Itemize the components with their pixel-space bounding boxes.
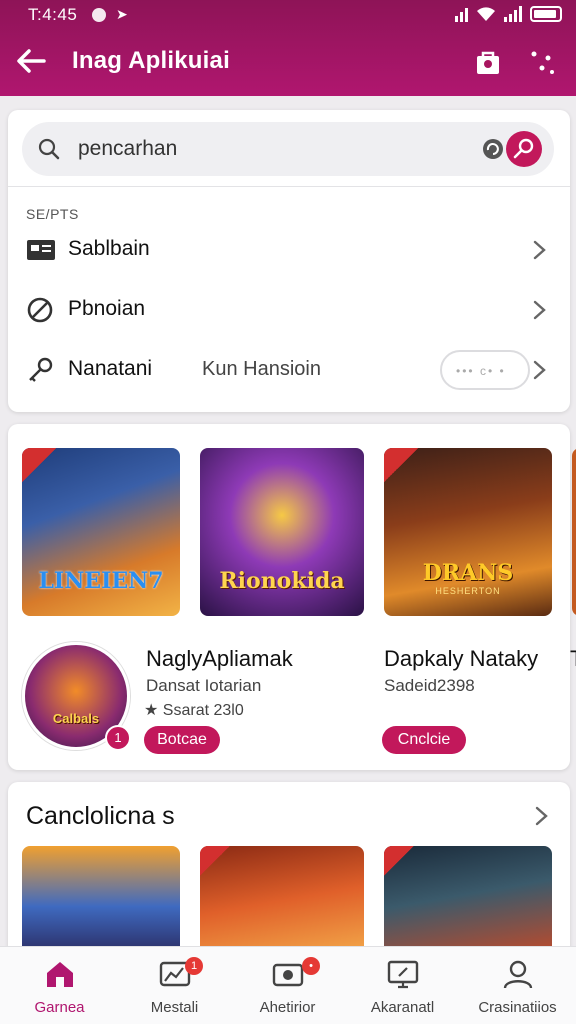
key-icon (29, 357, 53, 382)
id-card-icon (27, 240, 55, 260)
list-item-pbnoian[interactable]: Pbnoian (8, 282, 570, 338)
tile-label: DRANS (422, 560, 514, 586)
bottom-navigation: Garnea 1 Mestali • Ahetirior Akaranatl C… (0, 946, 576, 1024)
game-tile[interactable]: LINEIEN7 (22, 448, 180, 616)
page-title: Inag Aplikuiai (72, 47, 230, 74)
list-item-label: Pbnoian (68, 297, 146, 320)
new-badge (200, 846, 230, 876)
nav-item-akaranatl[interactable]: Akaranatl (345, 947, 460, 1024)
nav-label: Crasinatiios (478, 999, 557, 1016)
wifi-icon (477, 7, 495, 21)
app-action-button[interactable]: Cnclcie (382, 726, 466, 754)
nav-label: Mestali (150, 999, 199, 1016)
search-submit-button[interactable] (506, 131, 542, 167)
avatar-badge: 1 (105, 725, 131, 751)
pill-text: ••• c• • (456, 364, 506, 378)
list-item-sablbain[interactable]: Sablbain (8, 222, 570, 278)
home-icon (47, 962, 73, 987)
collection-tile[interactable] (200, 846, 364, 956)
cell-signal-icon (504, 6, 522, 22)
person-icon (503, 960, 533, 989)
search-icon (38, 138, 60, 160)
status-time: T:4:45 (28, 5, 78, 24)
app-title[interactable]: Dapkaly Nataky (384, 646, 538, 672)
app-header: T:4:45 ➤ Inag Aplikuiai (0, 0, 576, 96)
new-badge (384, 846, 414, 876)
chevron-right-icon (533, 360, 546, 380)
app-rating: ★ Ssarat 23l0 (144, 702, 244, 719)
notification-icon (92, 8, 106, 22)
refresh-icon[interactable] (480, 136, 506, 162)
magnifier-icon (513, 138, 534, 159)
chevron-right-icon[interactable] (534, 802, 550, 830)
app-title-partial: T (570, 646, 576, 672)
app-subtitle: Sadeid2398 (384, 676, 475, 695)
status-bar: T:4:45 ➤ (0, 0, 576, 30)
shopping-bag-icon[interactable] (474, 48, 502, 76)
nav-item-mestali[interactable]: 1 Mestali (117, 947, 232, 1024)
list-item-nanatani[interactable]: Nanatani Kun Hansioin ••• c• • (8, 342, 570, 398)
nav-badge: • (302, 957, 320, 975)
app-title[interactable]: NaglyApliamak (146, 646, 293, 672)
list-item-sublabel: Kun Hansioin (202, 358, 321, 380)
featured-card: LINEIEN7 Rionokida DRANS HESHERTON Calba… (8, 424, 576, 770)
game-tile[interactable]: DRANS HESHERTON (384, 448, 552, 616)
divider (8, 186, 570, 187)
toggle-pill[interactable]: ••• c• • (440, 350, 530, 390)
tile-sublabel: HESHERTON (435, 586, 501, 596)
nav-badge: 1 (185, 957, 203, 975)
chevron-right-icon (533, 240, 546, 260)
list-item-label: Nanatani (68, 357, 153, 380)
signal-icon (455, 6, 468, 22)
tile-label: LINEIEN7 (38, 568, 164, 594)
section-title: Canclolicna s (26, 802, 175, 830)
app-avatar[interactable]: Calbals 1 (22, 642, 131, 751)
camera-icon (272, 963, 304, 987)
nav-item-ahetirior[interactable]: • Ahetirior (230, 947, 345, 1024)
chevron-right-icon (533, 300, 546, 320)
prohibited-icon (27, 297, 53, 323)
tile-label: Rionokida (219, 568, 345, 594)
monitor-icon (387, 960, 419, 989)
nav-label: Ahetirior (259, 999, 316, 1016)
new-badge (22, 448, 56, 482)
more-options-icon[interactable] (528, 48, 556, 76)
collection-tile[interactable] (384, 846, 552, 956)
search-card: SE/PTS Sablbain Pbnoian Nanatani Kun Han… (8, 110, 570, 412)
collection-tile[interactable] (22, 846, 180, 956)
search-input[interactable] (78, 134, 438, 164)
status-right (455, 6, 562, 22)
battery-icon (530, 6, 562, 22)
app-action-button[interactable]: Botcae (144, 726, 220, 754)
app-subtitle: Dansat Iotarian (146, 676, 262, 695)
nav-label: Akaranatl (370, 999, 435, 1016)
nav-item-home[interactable]: Garnea (2, 947, 117, 1024)
game-tile[interactable]: Rionokida (200, 448, 364, 616)
search-bar[interactable] (22, 122, 554, 176)
nav-item-crasinatiios[interactable]: Crasinatiios (460, 947, 575, 1024)
game-tile-partial[interactable] (572, 448, 576, 616)
back-arrow-icon[interactable] (14, 44, 48, 78)
section-label: SE/PTS (26, 206, 79, 222)
new-badge (384, 448, 418, 482)
list-item-label: Sablbain (68, 237, 150, 260)
avatar-label: Calbals (52, 711, 100, 726)
navigation-arrow-icon: ➤ (116, 6, 128, 22)
nav-label: Garnea (34, 999, 85, 1016)
